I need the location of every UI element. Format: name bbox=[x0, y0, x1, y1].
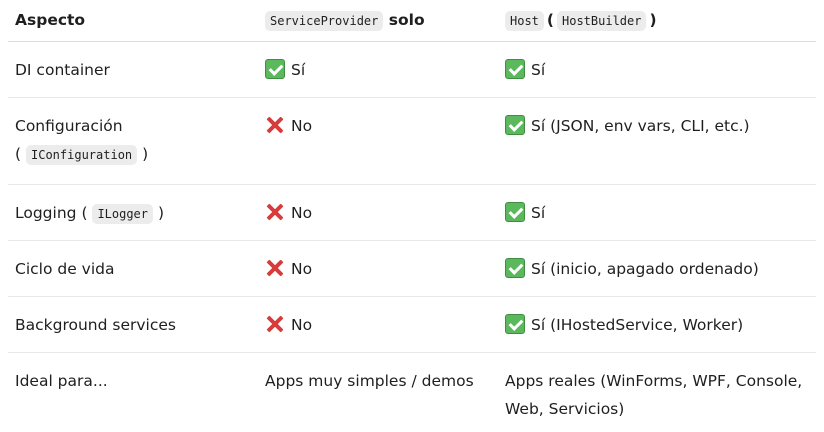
cell-service-provider: Apps muy simples / demos bbox=[258, 352, 498, 432]
paren-close: ) bbox=[157, 203, 165, 222]
cell-service-provider: Sí bbox=[258, 41, 498, 98]
table-row: Ciclo de vida No Sí (inicio, apagado ord… bbox=[8, 240, 816, 297]
value-text: No bbox=[291, 116, 313, 135]
value-text: Sí (IHostedService, Worker) bbox=[531, 315, 744, 334]
code-host: Host bbox=[505, 11, 544, 31]
check-icon bbox=[265, 58, 285, 79]
value-text: No bbox=[291, 259, 313, 278]
value-text: Sí bbox=[531, 60, 546, 79]
value-text: Sí bbox=[531, 203, 546, 222]
cross-icon bbox=[265, 115, 285, 135]
value-text: Apps reales (WinForms, WPF, Console, Web… bbox=[505, 371, 803, 418]
cross-icon bbox=[265, 258, 285, 278]
aspect-label: Configuración bbox=[15, 116, 123, 135]
aspect-label: Background services bbox=[15, 315, 176, 334]
header-aspect-label: Aspecto bbox=[15, 11, 86, 29]
cell-service-provider: No bbox=[258, 97, 498, 185]
paren-open: ( bbox=[81, 203, 88, 222]
aspect-label: DI container bbox=[15, 60, 110, 79]
table-row: Logging ( ILogger ) No Sí bbox=[8, 184, 816, 241]
cell-aspect: DI container bbox=[8, 41, 258, 98]
check-icon bbox=[505, 201, 525, 222]
code-iconfiguration: IConfiguration bbox=[26, 144, 138, 165]
cell-host: Sí bbox=[498, 41, 816, 98]
header-service-provider: ServiceProvider solo bbox=[258, 0, 498, 42]
cell-service-provider: No bbox=[258, 296, 498, 353]
cross-icon bbox=[265, 202, 285, 222]
cell-host: Apps reales (WinForms, WPF, Console, Web… bbox=[498, 352, 816, 432]
table-row: DI container Sí Sí bbox=[8, 41, 816, 98]
aspect-label: Ideal para... bbox=[15, 371, 108, 390]
cell-service-provider: No bbox=[258, 184, 498, 241]
value-text: Apps muy simples / demos bbox=[265, 371, 474, 390]
value-text: No bbox=[291, 315, 313, 334]
cell-host: Sí bbox=[498, 184, 816, 241]
cell-host: Sí (IHostedService, Worker) bbox=[498, 296, 816, 353]
cell-aspect: Logging ( ILogger ) bbox=[8, 184, 258, 241]
cell-aspect: Configuración ( IConfiguration ) bbox=[8, 97, 258, 185]
paren-open: ( bbox=[15, 144, 22, 163]
paren-close: ) bbox=[142, 144, 149, 163]
code-service-provider: ServiceProvider bbox=[265, 11, 384, 31]
header-row: Aspecto ServiceProvider solo Host(HostBu… bbox=[8, 0, 816, 42]
check-icon bbox=[505, 313, 525, 334]
value-text: Sí (JSON, env vars, CLI, etc.) bbox=[531, 116, 750, 135]
cell-aspect: Ciclo de vida bbox=[8, 240, 258, 297]
aspect-label: Ciclo de vida bbox=[15, 259, 115, 278]
value-text: Sí (inicio, apagado ordenado) bbox=[531, 259, 759, 278]
cell-service-provider: No bbox=[258, 240, 498, 297]
check-icon bbox=[505, 257, 525, 278]
value-text: No bbox=[291, 203, 313, 222]
table-row: Configuración ( IConfiguration ) No Sí (J… bbox=[8, 97, 816, 185]
value-text: Sí bbox=[291, 60, 306, 79]
paren-open: ( bbox=[546, 11, 554, 29]
header-host: Host(HostBuilder) bbox=[498, 0, 816, 42]
table-row: Ideal para... Apps muy simples / demos A… bbox=[8, 352, 816, 432]
header-solo-label: solo bbox=[388, 11, 425, 29]
cell-host: Sí (JSON, env vars, CLI, etc.) bbox=[498, 97, 816, 185]
code-host-builder: HostBuilder bbox=[557, 11, 647, 31]
paren-close: ) bbox=[649, 11, 657, 29]
header-aspect: Aspecto bbox=[8, 0, 258, 42]
check-icon bbox=[505, 114, 525, 135]
comparison-table: Aspecto ServiceProvider solo Host(HostBu… bbox=[8, 0, 816, 432]
check-icon bbox=[505, 58, 525, 79]
aspect-label: Logging bbox=[15, 203, 77, 222]
cell-aspect: Ideal para... bbox=[8, 352, 258, 432]
table-row: Background services No Sí (IHostedServic… bbox=[8, 296, 816, 353]
code-ilogger: ILogger bbox=[92, 203, 154, 224]
cell-aspect: Background services bbox=[8, 296, 258, 353]
cell-host: Sí (inicio, apagado ordenado) bbox=[498, 240, 816, 297]
cross-icon bbox=[265, 314, 285, 334]
